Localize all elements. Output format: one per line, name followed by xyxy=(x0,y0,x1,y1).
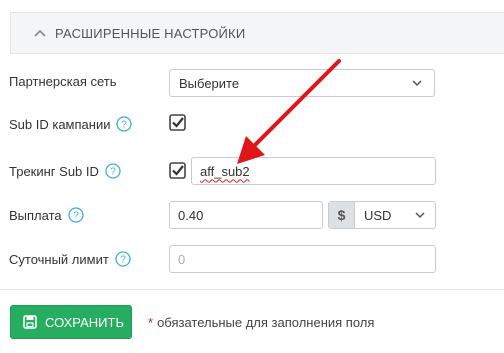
chevron-down-icon xyxy=(412,80,422,87)
advanced-settings-header[interactable]: РАСШИРЕННЫЕ НАСТРОЙКИ xyxy=(10,12,504,54)
save-button[interactable]: СОХРАНИТЬ xyxy=(10,305,132,339)
tracking-sub-id-input[interactable]: aff_sub2 xyxy=(191,157,436,185)
help-icon[interactable]: ? xyxy=(115,251,131,267)
payout-label-text: Выплата xyxy=(9,207,62,223)
tracking-sub-id-label: Трекинг Sub ID ? xyxy=(9,163,121,179)
save-button-label: СОХРАНИТЬ xyxy=(45,314,124,330)
svg-text:?: ? xyxy=(120,255,126,266)
partner-network-value: Выберите xyxy=(179,75,240,91)
partner-network-select[interactable]: Выберите xyxy=(169,69,435,97)
section-title: РАСШИРЕННЫЕ НАСТРОЙКИ xyxy=(55,25,246,41)
help-icon[interactable]: ? xyxy=(105,163,121,179)
required-star: * xyxy=(148,315,154,330)
daily-limit-placeholder: 0 xyxy=(178,251,186,267)
divider xyxy=(0,289,504,290)
save-icon xyxy=(23,315,37,329)
required-note: * обязательные для заполнения поля xyxy=(148,315,374,330)
chevron-up-icon xyxy=(34,29,46,37)
daily-limit-label: Суточный лимит ? xyxy=(9,251,131,267)
currency-value: USD xyxy=(364,207,392,223)
svg-text:?: ? xyxy=(122,120,128,131)
daily-limit-label-text: Суточный лимит xyxy=(9,251,109,267)
help-icon[interactable]: ? xyxy=(67,207,84,223)
currency-value-wrap: USD xyxy=(355,202,435,228)
campaign-sub-id-checkbox[interactable] xyxy=(169,114,186,131)
campaign-sub-id-label: Sub ID кампании ? xyxy=(9,116,133,132)
currency-select[interactable]: $ USD xyxy=(328,201,436,229)
tracking-sub-id-label-text: Трекинг Sub ID xyxy=(9,163,99,179)
svg-text:?: ? xyxy=(110,167,116,178)
currency-symbol: $ xyxy=(329,202,355,228)
tracking-sub-id-checkbox[interactable] xyxy=(169,162,186,179)
payout-input[interactable]: 0.40 xyxy=(169,201,323,229)
campaign-sub-id-label-text: Sub ID кампании xyxy=(9,116,111,132)
daily-limit-input[interactable]: 0 xyxy=(169,245,436,273)
svg-text:?: ? xyxy=(73,211,79,222)
required-note-text: обязательные для заполнения поля xyxy=(157,315,375,330)
tracking-sub-id-value: aff_sub2 xyxy=(200,163,250,179)
payout-label: Выплата ? xyxy=(9,207,84,223)
help-icon[interactable]: ? xyxy=(116,116,133,132)
partner-network-label-text: Партнерская сеть xyxy=(9,74,117,89)
partner-network-label: Партнерская сеть xyxy=(9,74,117,89)
chevron-down-icon xyxy=(415,212,425,219)
payout-value: 0.40 xyxy=(178,207,204,223)
